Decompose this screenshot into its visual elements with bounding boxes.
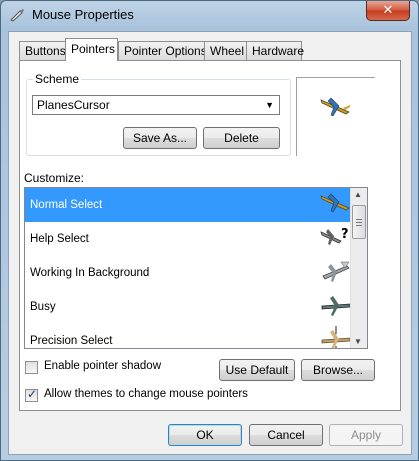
pointer-list[interactable]: Normal Select Help Select ? Working In B… (24, 187, 368, 349)
list-item-label: Help Select (30, 233, 89, 245)
scheme-dropdown[interactable]: PlanesCursor ▼ (32, 95, 280, 115)
list-item-label: Busy (30, 301, 56, 313)
plane-working-background-icon (322, 261, 350, 282)
use-default-button[interactable]: Use Default (219, 359, 295, 381)
svg-text:?: ? (341, 227, 349, 242)
tab-pointer-options[interactable]: Pointer Options (118, 41, 207, 60)
list-scrollbar[interactable]: ▲ ▼ (350, 188, 367, 348)
allow-themes-checkbox[interactable]: ✓ (25, 387, 38, 402)
browse-button[interactable]: Browse... (301, 359, 375, 381)
scroll-up-icon[interactable]: ▲ (354, 190, 362, 199)
list-item[interactable]: Precision Select (25, 324, 359, 348)
title-bar[interactable]: Mouse Properties ✕ (1, 1, 418, 29)
list-item-label: Precision Select (30, 335, 113, 347)
checkmark-icon: ✓ (27, 387, 38, 401)
apply-button[interactable]: Apply (329, 424, 403, 446)
plane-preview-icon (320, 97, 350, 117)
tab-buttons[interactable]: Buttons (19, 41, 66, 60)
plane-precision-select-icon (321, 326, 351, 348)
pointer-preview (296, 77, 375, 156)
list-item[interactable]: Working In Background (25, 256, 359, 290)
chevron-down-icon: ▼ (265, 100, 274, 110)
list-item-label: Normal Select (30, 199, 103, 211)
customize-label: Customize: (24, 171, 85, 185)
tab-hardware[interactable]: Hardware (246, 41, 304, 60)
pointers-tab-panel: Scheme PlanesCursor ▼ Save As... Delete … (19, 60, 401, 411)
scheme-group: Scheme PlanesCursor ▼ Save As... Delete (26, 72, 291, 156)
scheme-dropdown-value: PlanesCursor (37, 98, 110, 112)
tab-wheel[interactable]: Wheel (204, 41, 247, 60)
mouse-cursor-icon (10, 9, 24, 22)
list-item[interactable]: Busy (25, 290, 359, 324)
enable-shadow-label[interactable]: Enable pointer shadow (44, 360, 161, 372)
plane-normal-select-icon (320, 193, 350, 213)
list-item-label: Working In Background (30, 267, 150, 279)
save-as-button[interactable]: Save As... (123, 127, 197, 149)
close-button[interactable]: ✕ (366, 1, 410, 21)
allow-themes-label[interactable]: Allow themes to change mouse pointers (44, 388, 248, 400)
mouse-properties-window: Mouse Properties ✕ Buttons Pointers Poin… (0, 0, 419, 461)
list-item[interactable]: Help Select ? (25, 222, 359, 256)
ok-button[interactable]: OK (168, 424, 242, 446)
list-item[interactable]: Normal Select (25, 188, 359, 222)
cancel-button[interactable]: Cancel (249, 424, 323, 446)
enable-shadow-checkbox[interactable] (25, 361, 38, 374)
scrollbar-thumb[interactable] (352, 205, 366, 239)
plane-busy-icon (321, 296, 351, 316)
plane-help-select-icon: ? (320, 227, 349, 245)
tab-pointers[interactable]: Pointers (65, 38, 118, 61)
scheme-group-label: Scheme (33, 72, 82, 86)
window-title: Mouse Properties (32, 7, 134, 22)
dialog-client-area: Buttons Pointers Pointer Options Wheel H… (8, 31, 412, 455)
delete-button[interactable]: Delete (203, 127, 280, 149)
scroll-down-icon[interactable]: ▼ (354, 337, 362, 346)
